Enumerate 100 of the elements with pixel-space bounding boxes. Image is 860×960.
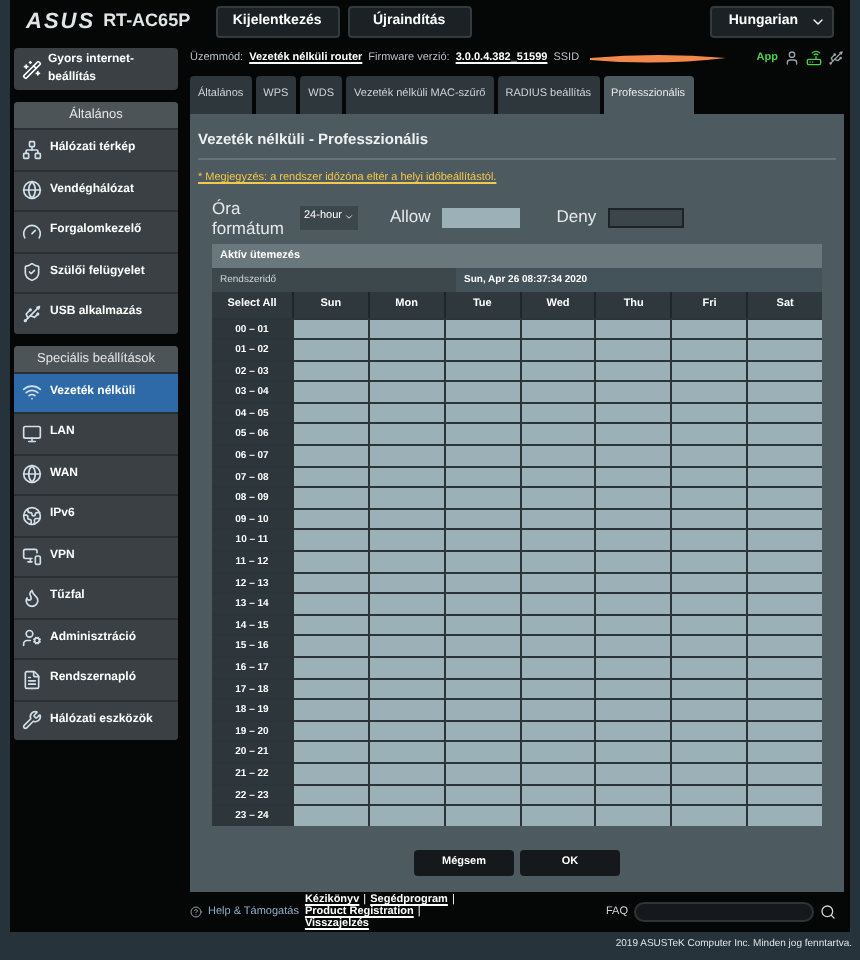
schedule-cell[interactable] (670, 658, 747, 678)
schedule-cell[interactable] (443, 340, 520, 360)
schedule-cell[interactable] (367, 785, 444, 805)
schedule-cell[interactable] (519, 382, 595, 402)
schedule-cell[interactable] (443, 573, 520, 593)
schedule-cell[interactable] (594, 785, 671, 805)
schedule-cell[interactable] (367, 658, 444, 678)
schedule-cell[interactable] (443, 806, 520, 826)
schedule-cell[interactable] (367, 319, 444, 339)
schedule-cell[interactable] (443, 446, 520, 466)
schedule-cell[interactable] (519, 806, 595, 826)
schedule-cell[interactable] (594, 700, 671, 720)
schedule-cell[interactable] (519, 658, 595, 678)
schedule-cell[interactable] (443, 382, 520, 402)
schedule-cell[interactable] (367, 615, 444, 635)
schedule-cell[interactable] (746, 361, 823, 381)
schedule-cell[interactable] (594, 488, 671, 508)
schedule-cell[interactable] (519, 763, 595, 784)
schedule-cell[interactable] (594, 446, 671, 466)
schedule-cell[interactable] (594, 319, 671, 339)
schedule-cell[interactable] (670, 763, 747, 784)
schedule-cell[interactable] (519, 594, 595, 614)
schedule-cell[interactable] (594, 679, 671, 699)
schedule-cell[interactable] (443, 658, 520, 678)
schedule-cell[interactable] (367, 806, 444, 826)
schedule-cell[interactable] (670, 340, 747, 360)
schedule-cell[interactable] (367, 636, 444, 656)
schedule-cell[interactable] (367, 573, 444, 593)
schedule-cell[interactable] (443, 594, 520, 614)
schedule-cell[interactable] (367, 403, 444, 423)
schedule-cell[interactable] (443, 636, 520, 656)
schedule-cell[interactable] (746, 615, 823, 635)
schedule-cell[interactable] (292, 424, 368, 445)
schedule-cell[interactable] (519, 679, 595, 699)
schedule-cell[interactable] (594, 658, 671, 678)
schedule-cell[interactable] (519, 615, 595, 635)
schedule-cell[interactable] (367, 446, 444, 466)
schedule-cell[interactable] (594, 594, 671, 614)
schedule-cell[interactable] (746, 467, 823, 487)
schedule-cell[interactable] (519, 509, 595, 529)
schedule-cell[interactable] (519, 403, 595, 423)
schedule-cell[interactable] (519, 488, 595, 508)
schedule-cell[interactable] (443, 467, 520, 487)
schedule-cell[interactable] (594, 552, 671, 572)
schedule-cell[interactable] (367, 530, 444, 551)
schedule-cell[interactable] (367, 424, 444, 445)
schedule-cell[interactable] (292, 319, 368, 339)
schedule-cell[interactable] (292, 806, 368, 826)
schedule-cell[interactable] (443, 552, 520, 572)
schedule-cell[interactable] (746, 530, 823, 551)
schedule-cell[interactable] (594, 382, 671, 402)
schedule-cell[interactable] (670, 488, 747, 508)
schedule-cell[interactable] (594, 573, 671, 593)
schedule-cell[interactable] (746, 785, 823, 805)
schedule-cell[interactable] (292, 573, 368, 593)
schedule-cell[interactable] (746, 721, 823, 741)
schedule-cell[interactable] (670, 806, 747, 826)
schedule-cell[interactable] (670, 403, 747, 423)
schedule-cell[interactable] (292, 615, 368, 635)
schedule-cell[interactable] (367, 340, 444, 360)
schedule-cell[interactable] (670, 509, 747, 529)
schedule-cell[interactable] (670, 573, 747, 593)
schedule-cell[interactable] (443, 700, 520, 720)
schedule-cell[interactable] (594, 636, 671, 656)
schedule-cell[interactable] (443, 319, 520, 339)
schedule-cell[interactable] (670, 530, 747, 551)
schedule-cell[interactable] (746, 382, 823, 402)
schedule-cell[interactable] (292, 721, 368, 741)
schedule-cell[interactable] (367, 467, 444, 487)
schedule-cell[interactable] (443, 742, 520, 762)
schedule-cell[interactable] (594, 806, 671, 826)
schedule-cell[interactable] (443, 403, 520, 423)
schedule-cell[interactable] (292, 594, 368, 614)
schedule-cell[interactable] (367, 763, 444, 784)
schedule-cell[interactable] (367, 488, 444, 508)
schedule-cell[interactable] (519, 361, 595, 381)
schedule-cell[interactable] (746, 424, 823, 445)
schedule-cell[interactable] (519, 319, 595, 339)
schedule-cell[interactable] (746, 340, 823, 360)
schedule-cell[interactable] (443, 424, 520, 445)
schedule-cell[interactable] (292, 742, 368, 762)
schedule-cell[interactable] (519, 340, 595, 360)
schedule-cell[interactable] (367, 721, 444, 741)
schedule-cell[interactable] (367, 382, 444, 402)
schedule-cell[interactable] (670, 382, 747, 402)
schedule-cell[interactable] (746, 552, 823, 572)
schedule-cell[interactable] (746, 403, 823, 423)
schedule-cell[interactable] (292, 658, 368, 678)
schedule-cell[interactable] (367, 594, 444, 614)
schedule-cell[interactable] (443, 488, 520, 508)
schedule-cell[interactable] (746, 679, 823, 699)
schedule-cell[interactable] (519, 530, 595, 551)
schedule-cell[interactable] (519, 636, 595, 656)
schedule-cell[interactable] (746, 319, 823, 339)
schedule-cell[interactable] (292, 785, 368, 805)
schedule-cell[interactable] (594, 467, 671, 487)
faq-search-field[interactable] (634, 902, 814, 922)
schedule-cell[interactable] (746, 446, 823, 466)
schedule-cell[interactable] (670, 361, 747, 381)
schedule-cell[interactable] (746, 658, 823, 678)
